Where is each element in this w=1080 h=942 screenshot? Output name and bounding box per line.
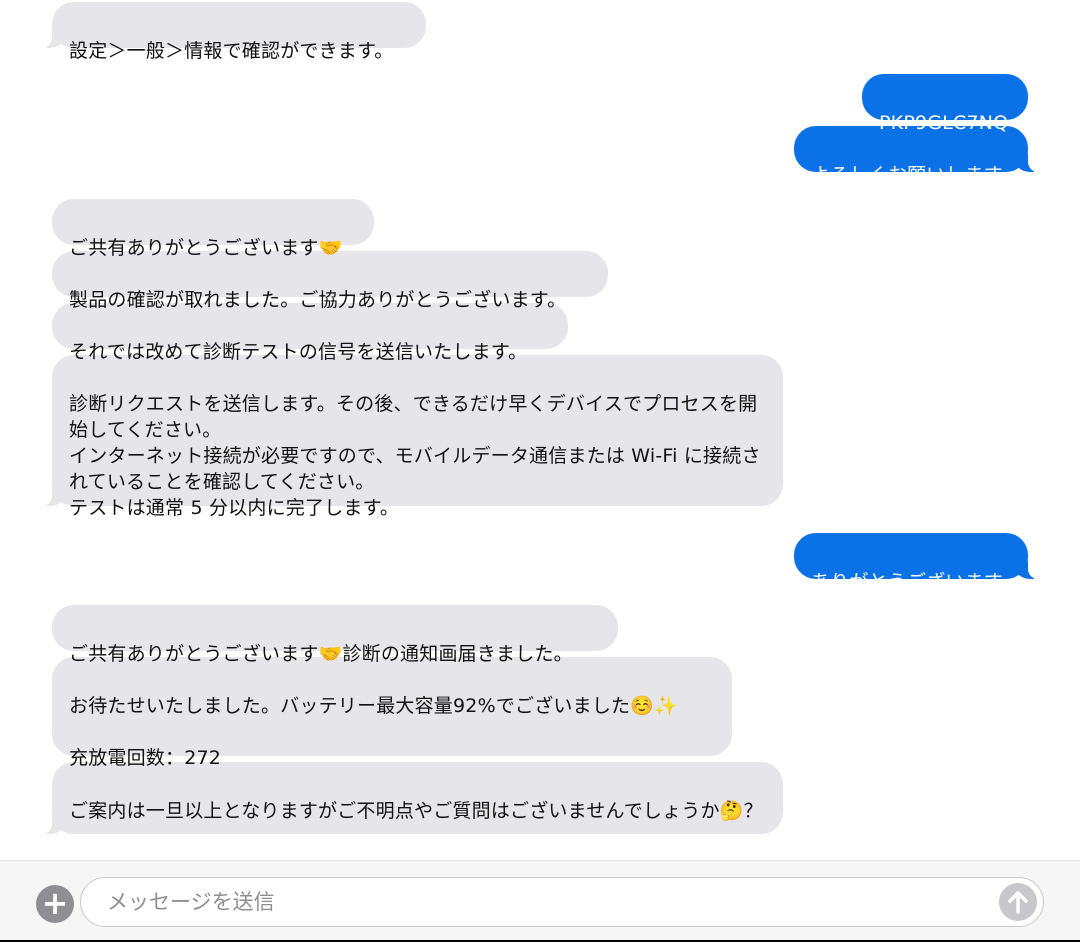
message-bubble-incoming: 設定＞一般＞情報で確認ができます。 [42, 2, 426, 62]
message-bubble-incoming: ご案内は一旦以上となりますがご不明点やご質問はございませんでしょうか🤔？ [42, 762, 783, 834]
message-bubble-incoming: お待たせいたしました。バッテリー最大容量92%でございました☺️✨ 充放電回数：… [52, 657, 732, 769]
message-text: ありがとうございます [811, 571, 1004, 593]
send-button[interactable] [999, 883, 1037, 921]
message-composer: + メッセージを送信 [0, 860, 1080, 942]
arrow-up-circle-icon [1008, 891, 1028, 914]
message-text: 設定＞一般＞情報で確認ができます。 [69, 40, 394, 62]
message-text: 製品の確認が取れました。ご協力ありがとうございます。 [69, 289, 567, 311]
message-text: よろしくお願いします [811, 164, 1004, 186]
message-bubble-outgoing: PKP9GLC7NQ [862, 74, 1028, 134]
message-text: PKP9GLC7NQ [879, 112, 1009, 134]
message-text: それでは改めて診断テストの信号を送信いたします。 [69, 341, 528, 363]
message-text: お待たせいたしました。バッテリー最大容量92%でございました☺️✨ 充放電回数：… [69, 695, 678, 769]
message-text: ご共有ありがとうございます🤝 [69, 237, 343, 259]
message-text: ご案内は一旦以上となりますがご不明点やご質問はございませんでしょうか🤔？ [69, 800, 763, 822]
message-input[interactable]: メッセージを送信 [80, 877, 1044, 927]
message-bubble-incoming: ご共有ありがとうございます🤝診断の通知画届きました。 [52, 605, 618, 665]
message-bubble-incoming: 診断リクエストを送信します。その後、できるだけ早くデバイスでプロセスを開始してく… [42, 355, 783, 519]
message-bubble-outgoing: ありがとうございます [794, 533, 1038, 593]
message-text: ご共有ありがとうございます🤝診断の通知画届きました。 [69, 643, 573, 665]
message-input-placeholder: メッセージを送信 [107, 890, 275, 914]
message-bubble-incoming: ご共有ありがとうございます🤝 [52, 199, 374, 259]
plus-circle-icon[interactable]: + [36, 885, 74, 923]
message-text: 診断リクエストを送信します。その後、できるだけ早くデバイスでプロセスを開始してく… [69, 393, 761, 519]
message-thread: 設定＞一般＞情報で確認ができます。 PKP9GLC7NQ よろしくお願いします … [0, 0, 1080, 860]
